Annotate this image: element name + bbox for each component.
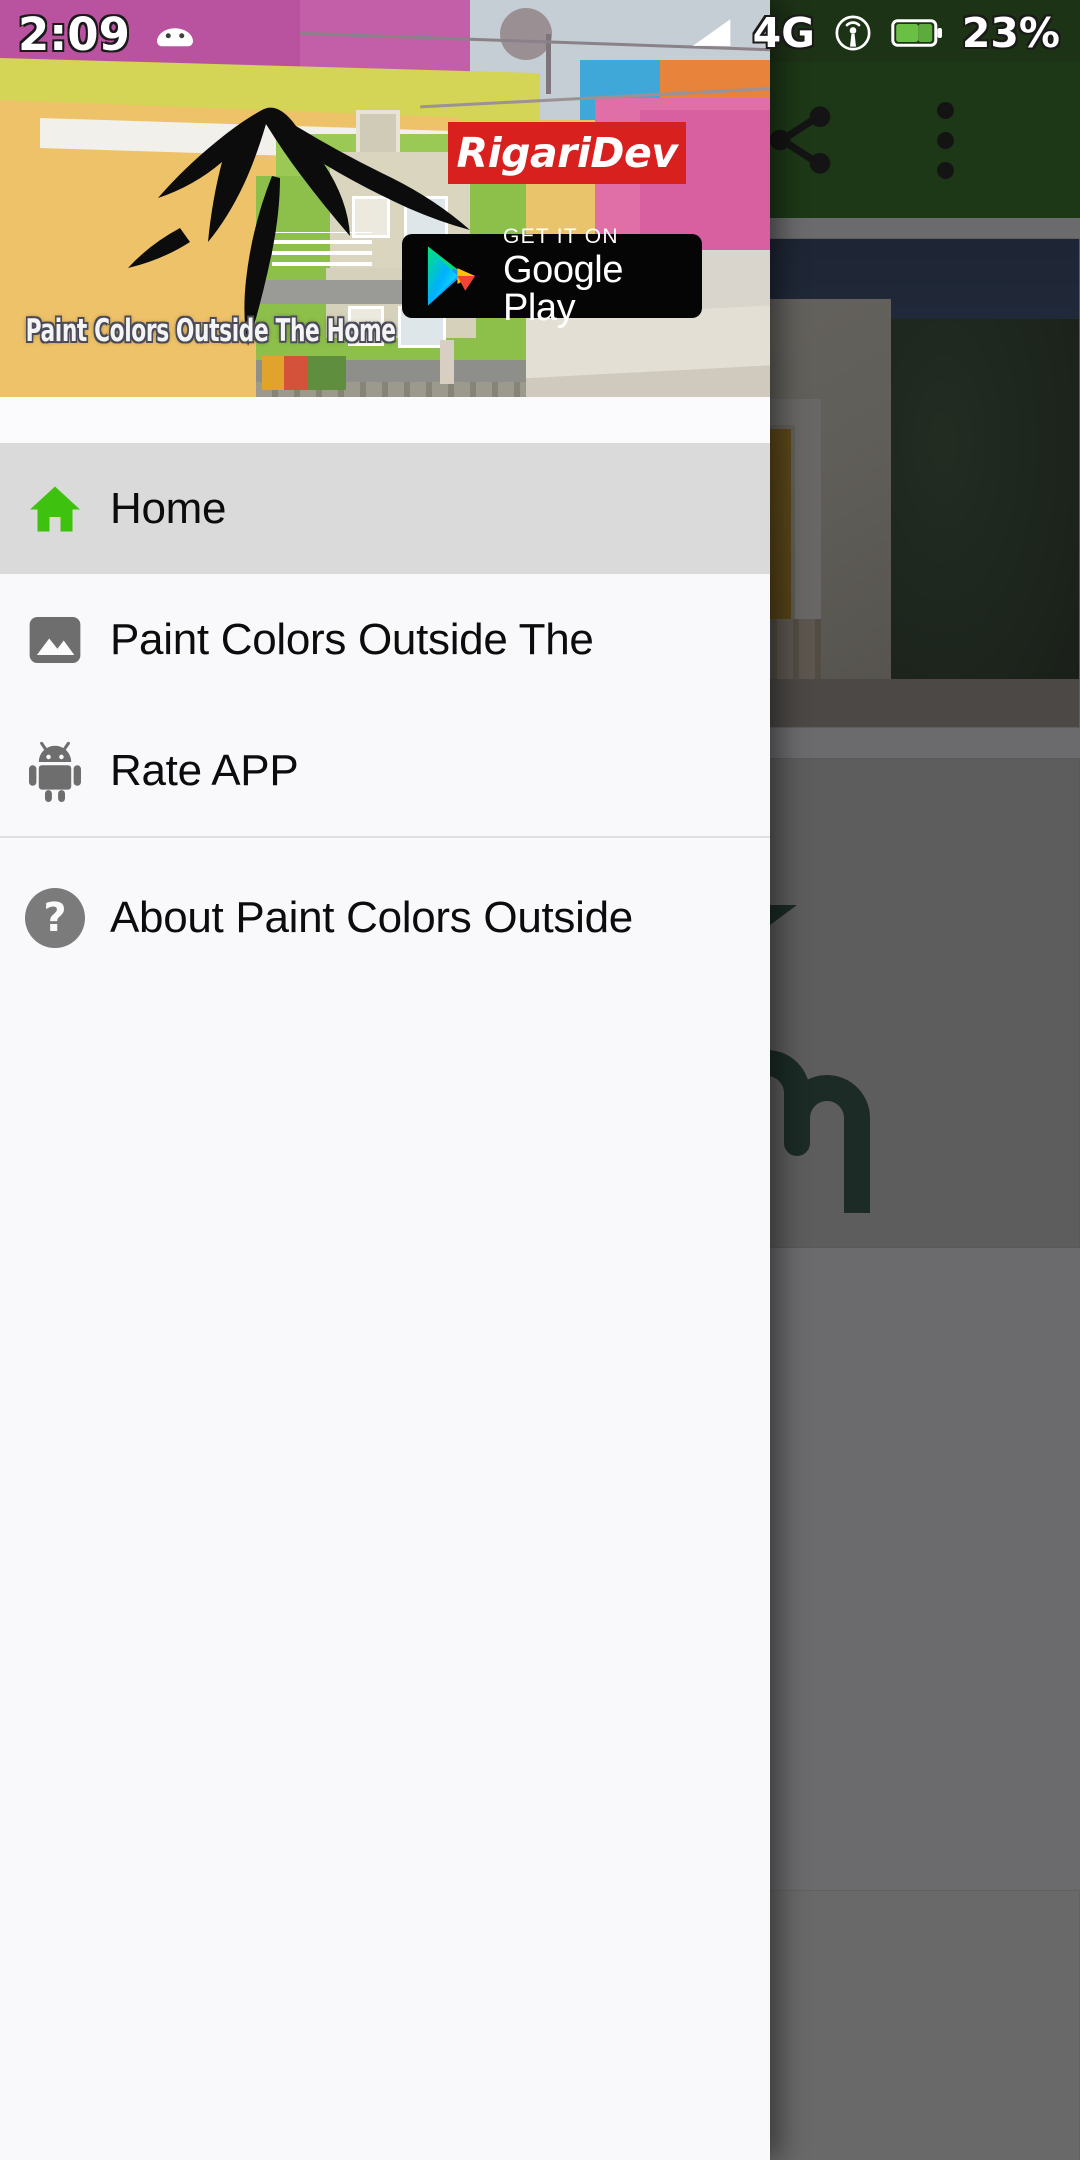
navigation-drawer: RigariDev GET IT ON Google Play Paint Co… xyxy=(0,0,770,2160)
help-circle-icon: ? xyxy=(0,887,110,948)
phone-screen: e Home xyxy=(0,0,1080,2160)
drawer-item-label: Paint Colors Outside The xyxy=(110,614,594,664)
rigaridev-brand-label: RigariDev xyxy=(456,129,678,177)
drawer-item-paint-colors[interactable]: Paint Colors Outside The xyxy=(0,574,770,705)
drawer-header-image: RigariDev GET IT ON Google Play Paint Co… xyxy=(0,0,770,443)
android-robot-icon xyxy=(0,740,110,802)
street-scene-photo xyxy=(0,0,770,443)
drawer-item-label: About Paint Colors Outside xyxy=(110,892,633,942)
google-play-getiton-label: GET IT ON xyxy=(502,224,619,248)
google-play-badge[interactable]: GET IT ON Google Play xyxy=(402,226,702,327)
drawer-item-label: Rate APP xyxy=(110,745,299,795)
drawer-item-home[interactable]: Home xyxy=(0,443,770,574)
drawer-header-caption: Paint Colors Outside The Home xyxy=(25,313,396,349)
drawer-menu: Home Paint Colors Outside The Rate APP ?… xyxy=(0,443,770,983)
drawer-item-label: Home xyxy=(110,483,227,533)
help-circle-glyph: ? xyxy=(25,887,85,948)
drawer-spacer xyxy=(0,838,770,852)
drawer-item-rate-app[interactable]: Rate APP xyxy=(0,705,770,836)
home-icon xyxy=(0,479,110,539)
google-play-triangle-icon xyxy=(427,246,476,306)
image-icon xyxy=(0,611,110,669)
drawer-item-about[interactable]: ? About Paint Colors Outside xyxy=(0,852,770,983)
google-play-label: Google Play xyxy=(502,248,624,329)
flower-pots xyxy=(262,356,346,390)
rigaridev-brand-badge[interactable]: RigariDev xyxy=(448,122,686,184)
satellite-dish xyxy=(500,8,552,60)
drawer-header-bottom-strip xyxy=(0,397,770,443)
